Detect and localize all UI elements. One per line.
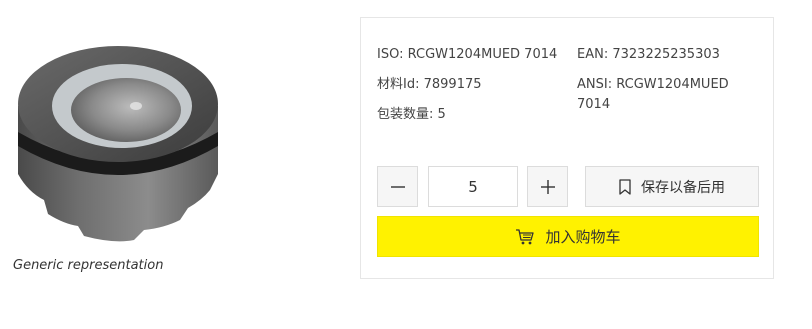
- spec-ean-value: 7323225235303: [612, 47, 720, 62]
- add-to-cart-button[interactable]: 加入购物车: [377, 216, 759, 257]
- product-image: [4, 14, 250, 250]
- spec-material-label: 材料Id:: [377, 77, 420, 92]
- spec-material-id: 材料Id: 7899175: [377, 75, 482, 95]
- spec-pack-label: 包装数量:: [377, 107, 434, 122]
- minus-icon: [390, 179, 406, 195]
- spec-ansi-value-line2: 7014: [577, 97, 611, 112]
- quantity-input[interactable]: [428, 166, 518, 207]
- spec-ansi-label: ANSI:: [577, 77, 613, 92]
- spec-iso: ISO: RCGW1204MUED 7014: [377, 45, 557, 65]
- save-for-later-button[interactable]: 保存以备后用: [585, 166, 759, 207]
- save-for-later-label: 保存以备后用: [641, 179, 725, 196]
- plus-icon: [540, 179, 556, 195]
- cart-icon: [515, 228, 535, 246]
- quantity-decrement-button[interactable]: [377, 166, 418, 207]
- spec-pack-value: 5: [437, 107, 446, 122]
- spec-ansi: ANSI: RCGW1204MUED 7014: [577, 75, 729, 115]
- spec-ansi-value-line1: RCGW1204MUED: [616, 77, 729, 92]
- image-caption: Generic representation: [13, 258, 164, 273]
- spec-iso-value: RCGW1204MUED 7014: [407, 47, 558, 62]
- carbide-insert-image: [18, 46, 218, 242]
- spec-iso-label: ISO:: [377, 47, 404, 62]
- spec-ean: EAN: 7323225235303: [577, 45, 720, 65]
- add-to-cart-label: 加入购物车: [545, 228, 621, 246]
- spec-ean-label: EAN:: [577, 47, 609, 62]
- bookmark-icon: [619, 178, 631, 195]
- quantity-increment-button[interactable]: [527, 166, 568, 207]
- spec-material-value: 7899175: [423, 77, 482, 92]
- spec-pack-quantity: 包装数量: 5: [377, 105, 446, 125]
- product-info-card: ISO: RCGW1204MUED 7014 EAN: 732322523530…: [360, 17, 774, 279]
